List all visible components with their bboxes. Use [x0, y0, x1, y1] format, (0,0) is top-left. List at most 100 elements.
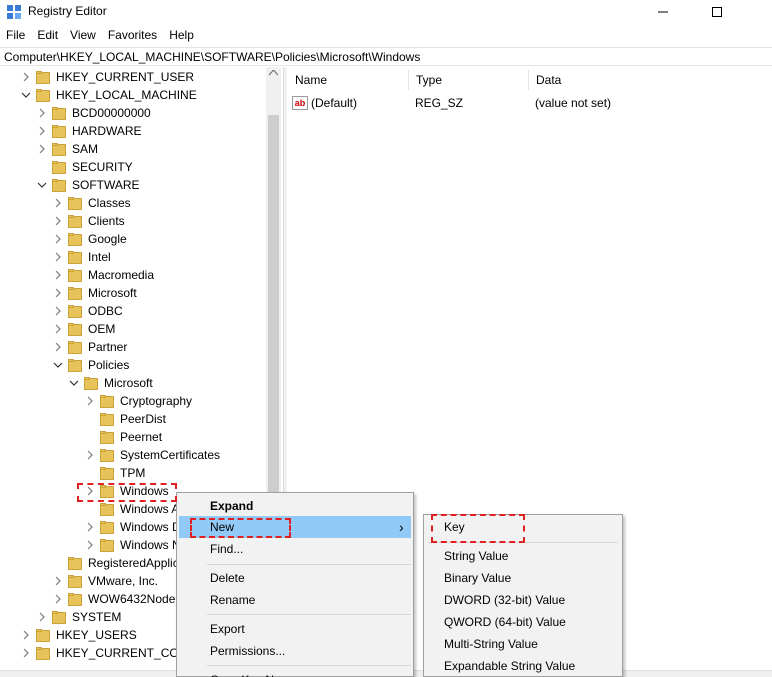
submenu-item-expandable-string[interactable]: Expandable String Value [444, 655, 575, 677]
submenu-item-multi-string[interactable]: Multi-String Value [444, 633, 538, 655]
tree-node-label: Google [88, 232, 127, 246]
tree-node[interactable]: PeerDist [84, 410, 166, 428]
chevron-right-icon[interactable] [52, 575, 64, 587]
tree-node[interactable]: ODBC [52, 302, 123, 320]
tree-node[interactable]: SystemCertificates [84, 446, 220, 464]
folder-icon [68, 196, 82, 210]
tree-node[interactable]: Policies [52, 356, 129, 374]
tree-node[interactable]: SYSTEM [36, 608, 121, 626]
submenu-item-binary-value[interactable]: Binary Value [444, 567, 511, 589]
tree-node[interactable]: HKEY_CURRENT_USER [20, 68, 194, 86]
menu-item-find[interactable]: Find... [210, 538, 243, 560]
menu-file[interactable]: File [0, 26, 31, 46]
menu-favorites[interactable]: Favorites [102, 26, 163, 46]
tree-node[interactable]: WOW6432Node [52, 590, 175, 608]
chevron-right-icon[interactable] [20, 647, 32, 659]
maximize-icon [712, 7, 722, 17]
tree-node[interactable]: SECURITY [36, 158, 133, 176]
tree-node[interactable]: SOFTWARE [36, 176, 140, 194]
folder-icon [100, 394, 114, 408]
chevron-right-icon[interactable] [84, 539, 96, 551]
chevron-right-icon[interactable] [52, 305, 64, 317]
tree-node[interactable]: Macromedia [52, 266, 154, 284]
chevron-down-icon[interactable] [36, 179, 48, 191]
tree-node[interactable]: HARDWARE [36, 122, 142, 140]
chevron-right-icon[interactable] [52, 269, 64, 281]
submenu-item-qword[interactable]: QWORD (64-bit) Value [444, 611, 566, 633]
tree-node[interactable]: Google [52, 230, 127, 248]
tree-node[interactable]: HKEY_CURRENT_CONF [20, 644, 195, 662]
chevron-down-icon[interactable] [20, 89, 32, 101]
folder-icon [68, 250, 82, 264]
tree-spacer [84, 503, 96, 515]
menu-item-copy-key-name[interactable]: Copy Key Name [210, 669, 297, 677]
tree-node[interactable]: Clients [52, 212, 125, 230]
chevron-right-icon[interactable] [52, 197, 64, 209]
tree-node[interactable]: Peernet [84, 428, 162, 446]
chevron-right-icon[interactable] [52, 233, 64, 245]
chevron-right-icon[interactable] [52, 215, 64, 227]
chevron-right-icon[interactable] [52, 593, 64, 605]
chevron-right-icon[interactable] [52, 287, 64, 299]
chevron-right-icon[interactable] [84, 449, 96, 461]
folder-icon [68, 358, 82, 372]
folder-icon [100, 466, 114, 480]
tree-node[interactable]: Partner [52, 338, 127, 356]
minimize-icon [658, 11, 668, 13]
menu-item-delete[interactable]: Delete [210, 567, 245, 589]
chevron-right-icon[interactable] [52, 323, 64, 335]
menu-view[interactable]: View [64, 26, 102, 46]
menu-item-permissions[interactable]: Permissions... [210, 640, 285, 662]
chevron-right-icon[interactable] [84, 521, 96, 533]
tree-node[interactable]: HKEY_USERS [20, 626, 137, 644]
tree-node[interactable]: Microsoft [52, 284, 137, 302]
menu-item-export[interactable]: Export [210, 618, 245, 640]
tree-node[interactable]: Windows N [84, 536, 181, 554]
tree-node[interactable]: Classes [52, 194, 131, 212]
tree-node[interactable]: RegisteredApplic [52, 554, 179, 572]
chevron-right-icon[interactable] [20, 629, 32, 641]
maximize-button[interactable] [694, 0, 740, 24]
tree-node-label: TPM [120, 466, 146, 480]
chevron-right-icon[interactable] [20, 71, 32, 83]
chevron-down-icon[interactable] [52, 359, 64, 371]
submenu-item-dword[interactable]: DWORD (32-bit) Value [444, 589, 565, 611]
tree-node[interactable]: Intel [52, 248, 111, 266]
chevron-right-icon[interactable] [52, 251, 64, 263]
address-bar[interactable]: Computer\HKEY_LOCAL_MACHINE\SOFTWARE\Pol… [0, 47, 772, 66]
menu-item-expand[interactable]: Expand [210, 495, 253, 517]
submenu-item-string-value[interactable]: String Value [444, 545, 508, 567]
folder-icon [68, 268, 82, 282]
scroll-up-icon[interactable] [269, 70, 278, 76]
column-type[interactable]: Type [409, 70, 529, 90]
tree-node[interactable]: Cryptography [84, 392, 192, 410]
chevron-right-icon[interactable] [36, 611, 48, 623]
menu-item-rename[interactable]: Rename [210, 589, 255, 611]
chevron-right-icon[interactable] [36, 143, 48, 155]
column-name[interactable]: Name [288, 70, 409, 90]
chevron-down-icon[interactable] [68, 377, 80, 389]
tree-node[interactable]: Windows D [84, 518, 181, 536]
tree-node[interactable]: Windows A [84, 500, 179, 518]
tree-node-label: WOW6432Node [88, 592, 176, 606]
tree-node[interactable]: HKEY_LOCAL_MACHINE [20, 86, 197, 104]
tree-node[interactable]: Microsoft [68, 374, 153, 392]
tree-node[interactable]: TPM [84, 464, 145, 482]
list-row[interactable]: ab (Default) REG_SZ (value not set) [292, 94, 611, 112]
tree-node[interactable]: BCD00000000 [36, 104, 151, 122]
column-data[interactable]: Data [529, 70, 772, 90]
chevron-right-icon[interactable] [84, 395, 96, 407]
chevron-right-icon[interactable] [36, 107, 48, 119]
tree-node[interactable]: SAM [36, 140, 98, 158]
menu-edit[interactable]: Edit [31, 26, 64, 46]
tree-node-label: SOFTWARE [72, 178, 140, 192]
folder-icon [100, 430, 114, 444]
value-data: (value not set) [535, 96, 612, 110]
menu-help[interactable]: Help [163, 26, 200, 46]
minimize-button[interactable] [640, 0, 686, 24]
tree-node[interactable]: VMware, Inc. [52, 572, 158, 590]
chevron-right-icon[interactable] [52, 341, 64, 353]
chevron-right-icon[interactable] [36, 125, 48, 137]
tree-node[interactable]: OEM [52, 320, 115, 338]
tree-node-label: Policies [88, 358, 130, 372]
